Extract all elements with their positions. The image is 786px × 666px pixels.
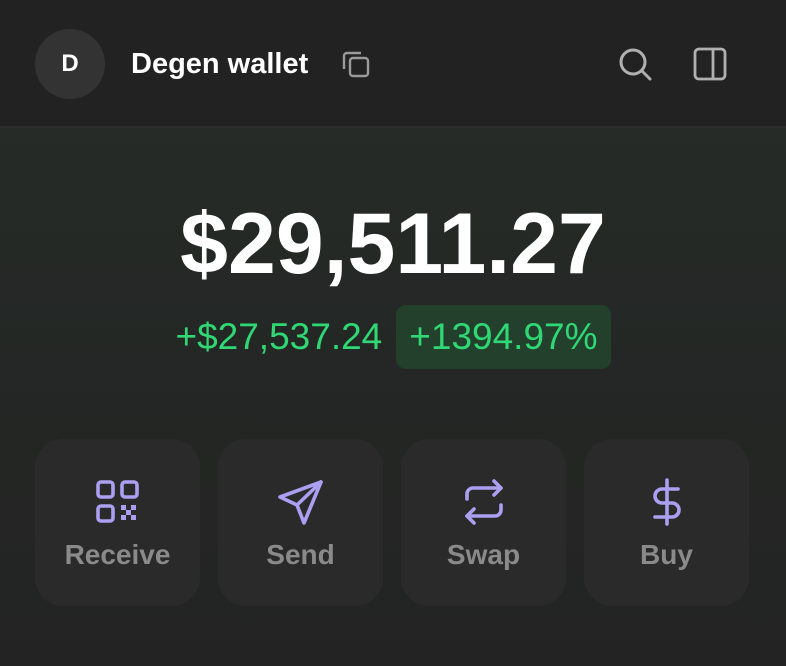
action-buttons: Receive Send Swap Buy (35, 439, 751, 606)
buy-label: Buy (640, 539, 693, 570)
avatar[interactable]: D (35, 29, 105, 99)
wallet-app: D Degen wallet $29,511.27 +$27,537.24 +1… (0, 0, 786, 666)
balance-change-row: +$27,537.24 +1394.97% (0, 305, 786, 369)
copy-icon (342, 51, 370, 78)
dollar-icon (653, 478, 681, 526)
change-amount: +$27,537.24 (175, 316, 383, 357)
copy-address-button[interactable] (340, 48, 372, 80)
search-button[interactable] (617, 46, 653, 82)
total-balance: $29,511.27 (180, 196, 606, 292)
send-button[interactable]: Send (218, 439, 383, 606)
balance-section: $29,511.27 +$27,537.24 +1394.97% Receive (0, 128, 786, 666)
avatar-initial: D (61, 50, 79, 77)
send-icon (278, 480, 323, 525)
sidebar-panel-icon (693, 47, 727, 81)
search-icon (619, 48, 652, 81)
sidebar-panel-button[interactable] (692, 46, 728, 82)
swap-icon (465, 479, 503, 525)
swap-button[interactable]: Swap (401, 439, 566, 606)
qr-code-icon (96, 480, 139, 523)
header: D Degen wallet (0, 0, 786, 128)
receive-label: Receive (64, 539, 171, 570)
wallet-name[interactable]: Degen wallet (131, 44, 308, 84)
swap-label: Swap (446, 539, 521, 570)
buy-button[interactable]: Buy (584, 439, 749, 606)
change-percent-badge: +1394.97% (396, 305, 611, 369)
send-label: Send (266, 539, 335, 570)
receive-button[interactable]: Receive (35, 439, 200, 606)
